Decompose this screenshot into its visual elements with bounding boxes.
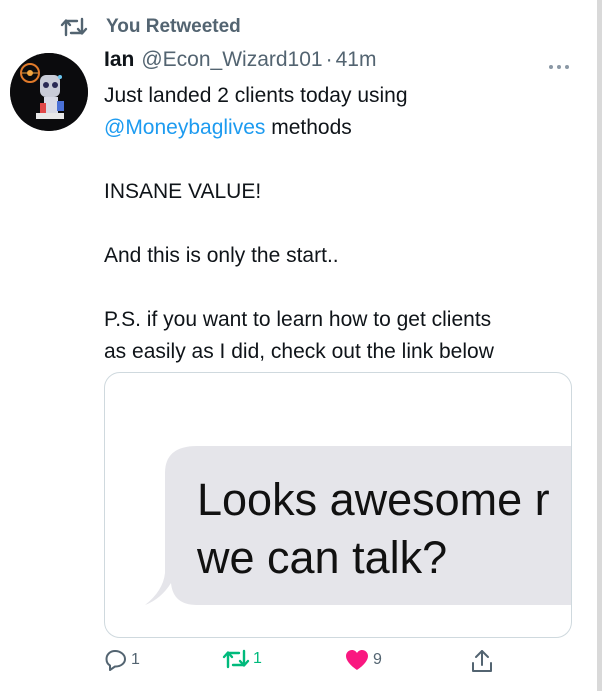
heart-icon <box>344 648 370 672</box>
retweet-icon <box>60 16 88 44</box>
reply-count: 1 <box>131 651 140 668</box>
tweet-line: Just landed 2 clients today using <box>104 84 408 107</box>
retweet-button[interactable]: 1 <box>222 648 262 670</box>
tweet-line: as easily as I did, check out the link b… <box>104 340 494 363</box>
retweet-count: 1 <box>253 650 262 667</box>
more-options-icon[interactable] <box>548 58 570 76</box>
tweet-line-rest: methods <box>265 116 352 139</box>
retweet-action-icon <box>222 648 250 670</box>
tweet-timestamp[interactable]: 41m <box>336 48 377 72</box>
tweet-actions: 1 1 9 <box>104 648 504 678</box>
bubble-line: we can talk? <box>197 532 448 583</box>
tweet-line: INSANE VALUE! <box>104 180 262 203</box>
mention-link[interactable]: @Moneybaglives <box>104 116 265 139</box>
like-button[interactable]: 9 <box>344 648 382 672</box>
tweet-text: Just landed 2 clients today using @Money… <box>104 80 574 368</box>
author-handle[interactable]: @Econ_Wizard101 <box>141 48 322 72</box>
reply-icon <box>104 648 128 672</box>
reply-button[interactable]: 1 <box>104 648 140 672</box>
retweet-context: You Retweeted <box>60 14 241 40</box>
retweet-context-label: You Retweeted <box>106 16 241 37</box>
screen-edge <box>597 0 602 691</box>
tweet-header: Ian @Econ_Wizard101 · 41m <box>104 48 376 76</box>
bubble-text: Looks awesome r we can talk? <box>197 471 569 587</box>
header-separator: · <box>325 48 333 71</box>
avatar[interactable] <box>10 53 88 131</box>
bubble-line: Looks awesome r <box>197 474 550 525</box>
tweet-line: P.S. if you want to learn how to get cli… <box>104 308 492 331</box>
tweet-line: @Moneybaglives methods <box>104 112 574 144</box>
share-button[interactable] <box>470 648 494 674</box>
share-icon <box>470 648 494 674</box>
author-name[interactable]: Ian <box>104 48 134 72</box>
media-card[interactable]: Looks awesome r we can talk? <box>104 372 572 638</box>
tweet-line: And this is only the start.. <box>104 244 339 267</box>
like-count: 9 <box>373 651 382 668</box>
